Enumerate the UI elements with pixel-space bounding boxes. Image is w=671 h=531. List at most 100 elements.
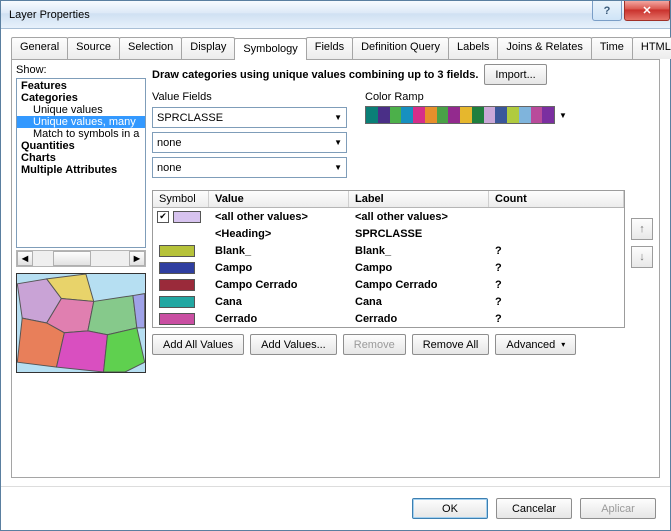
tree-features[interactable]: Features [17, 80, 145, 92]
tab-symbology[interactable]: Symbology [234, 38, 306, 60]
tab-display[interactable]: Display [181, 37, 235, 59]
row-label: Blank_ [349, 245, 489, 257]
tree-multiple-attributes[interactable]: Multiple Attributes [17, 164, 145, 176]
tab-joins-relates[interactable]: Joins & Relates [497, 37, 591, 59]
window-title: Layer Properties [9, 9, 590, 21]
value-field-3[interactable]: none▼ [152, 157, 347, 178]
add-all-values-button[interactable]: Add All Values [152, 334, 244, 355]
arrow-down-icon: ↓ [639, 251, 645, 263]
row-heading[interactable]: <Heading> SPRCLASSE [153, 225, 624, 242]
close-icon: ✕ [642, 4, 651, 17]
row-count: ? [489, 245, 624, 257]
draw-description: Draw categories using unique values comb… [152, 69, 478, 81]
field-groups: Value Fields SPRCLASSE▼ none▼ none▼ Colo… [152, 91, 653, 178]
table-row[interactable]: CerradoCerrado? [153, 310, 624, 327]
help-button[interactable]: ? [592, 1, 622, 21]
show-tree[interactable]: Features Categories Unique values Unique… [16, 78, 146, 248]
titlebar[interactable]: Layer Properties ? ✕ [1, 1, 670, 29]
import-button[interactable]: Import... [484, 64, 546, 85]
scroll-thumb[interactable] [53, 251, 91, 266]
color-ramp-label: Color Ramp [365, 91, 567, 103]
row-count: ? [489, 262, 624, 274]
color-ramp-group: Color Ramp ▼ [365, 91, 567, 124]
tab-fields[interactable]: Fields [306, 37, 353, 59]
tab-source[interactable]: Source [67, 37, 120, 59]
scroll-right-icon[interactable]: ► [129, 251, 145, 266]
row-all-other[interactable]: ✔ <all other values> <all other values> [153, 208, 624, 225]
row-swatch[interactable] [159, 279, 195, 291]
tab-selection[interactable]: Selection [119, 37, 182, 59]
remove-all-button[interactable]: Remove All [412, 334, 490, 355]
tree-unique-values-many[interactable]: Unique values, many [17, 116, 145, 128]
tree-match-symbols[interactable]: Match to symbols in a [17, 128, 145, 140]
tab-strip: General Source Selection Display Symbolo… [11, 37, 660, 60]
table-row[interactable]: Blank_Blank_? [153, 242, 624, 259]
row-count: ? [489, 313, 624, 325]
value-field-1[interactable]: SPRCLASSE▼ [152, 107, 347, 128]
add-values-button[interactable]: Add Values... [250, 334, 337, 355]
apply-button[interactable]: Aplicar [580, 498, 656, 519]
grid-header: Symbol Value Label Count [153, 191, 624, 208]
arrow-up-icon: ↑ [639, 223, 645, 235]
value-field-2[interactable]: none▼ [152, 132, 347, 153]
row-swatch[interactable] [159, 262, 195, 274]
tree-charts[interactable]: Charts [17, 152, 145, 164]
tree-quantities[interactable]: Quantities [17, 140, 145, 152]
help-icon: ? [604, 5, 611, 17]
row-count: ? [489, 279, 624, 291]
remove-button[interactable]: Remove [343, 334, 406, 355]
tab-html-popup[interactable]: HTML Popup [632, 37, 671, 59]
row-swatch[interactable] [159, 313, 195, 325]
map-preview [16, 273, 146, 373]
tree-hscrollbar[interactable]: ◄ ► [16, 250, 146, 267]
dialog-footer: OK Cancelar Aplicar [1, 486, 670, 530]
heading-label: SPRCLASSE [349, 228, 489, 240]
ok-button[interactable]: OK [412, 498, 488, 519]
reorder-buttons: ↑ ↓ [631, 190, 653, 328]
col-value[interactable]: Value [209, 191, 349, 207]
col-count[interactable]: Count [489, 191, 624, 207]
tab-time[interactable]: Time [591, 37, 633, 59]
row-value: Cerrado [209, 313, 349, 325]
client-area: General Source Selection Display Symbolo… [1, 29, 670, 486]
grid-button-row: Add All Values Add Values... Remove Remo… [152, 334, 653, 355]
close-button[interactable]: ✕ [624, 1, 670, 21]
tab-labels[interactable]: Labels [448, 37, 498, 59]
row-value: Campo [209, 262, 349, 274]
advanced-button[interactable]: Advanced▾ [495, 334, 576, 355]
symbol-grid[interactable]: Symbol Value Label Count ✔ <all other va… [152, 190, 625, 328]
tree-categories[interactable]: Categories [17, 92, 145, 104]
table-row[interactable]: Campo CerradoCampo Cerrado? [153, 276, 624, 293]
row-label: Cana [349, 296, 489, 308]
tab-general[interactable]: General [11, 37, 68, 59]
move-up-button[interactable]: ↑ [631, 218, 653, 240]
row-value: Cana [209, 296, 349, 308]
chevron-down-icon[interactable]: ▼ [559, 111, 567, 120]
right-column: Draw categories using unique values comb… [152, 64, 653, 471]
cancel-button[interactable]: Cancelar [496, 498, 572, 519]
table-row[interactable]: CampoCampo? [153, 259, 624, 276]
table-row[interactable]: CanaCana? [153, 293, 624, 310]
chevron-down-icon: ▼ [334, 138, 342, 147]
description-row: Draw categories using unique values comb… [152, 64, 653, 85]
row-value: Blank_ [209, 245, 349, 257]
scroll-left-icon[interactable]: ◄ [17, 251, 33, 266]
row-swatch[interactable] [159, 245, 195, 257]
all-other-swatch[interactable] [173, 211, 201, 223]
row-count: ? [489, 296, 624, 308]
all-other-checkbox[interactable]: ✔ [157, 211, 169, 223]
all-other-value: <all other values> [209, 211, 349, 223]
chevron-down-icon: ▼ [334, 113, 342, 122]
tab-definition-query[interactable]: Definition Query [352, 37, 449, 59]
heading-value: <Heading> [209, 228, 349, 240]
tree-unique-values[interactable]: Unique values [17, 104, 145, 116]
col-symbol[interactable]: Symbol [153, 191, 209, 207]
chevron-down-icon: ▾ [561, 340, 565, 349]
show-label: Show: [16, 64, 146, 76]
color-ramp[interactable] [365, 106, 555, 124]
row-label: Campo Cerrado [349, 279, 489, 291]
row-value: Campo Cerrado [209, 279, 349, 291]
move-down-button[interactable]: ↓ [631, 246, 653, 268]
col-label[interactable]: Label [349, 191, 489, 207]
row-swatch[interactable] [159, 296, 195, 308]
